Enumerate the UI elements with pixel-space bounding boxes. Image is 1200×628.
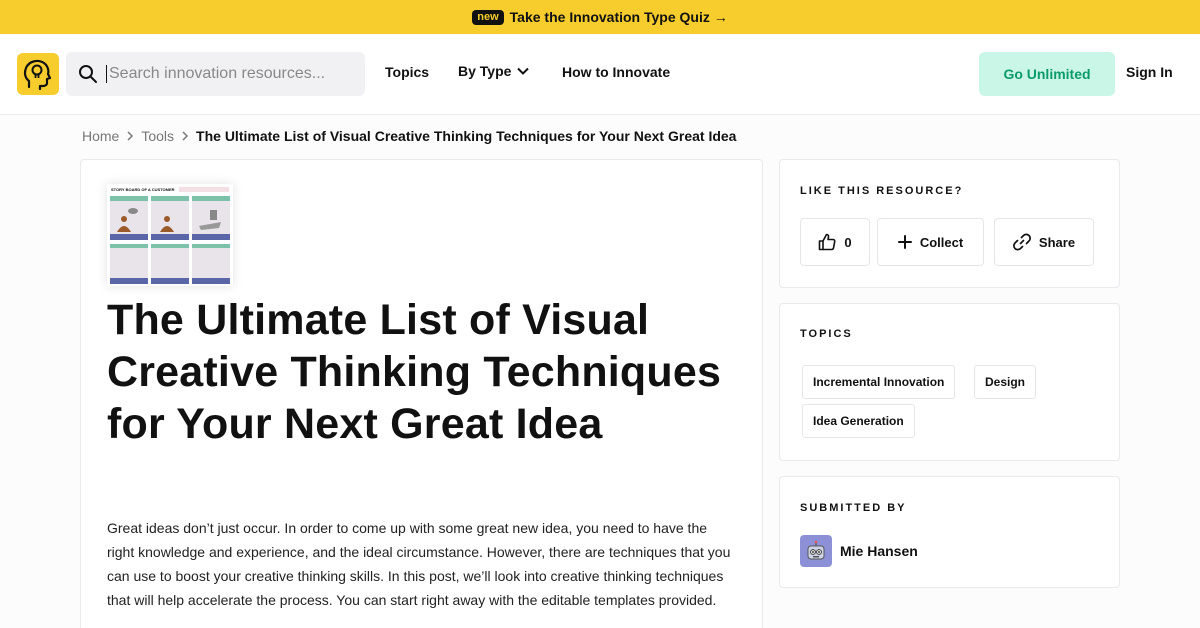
search-box[interactable] [66,52,365,96]
site-header: Topics By Type How to Innovate Go Unlimi… [0,34,1200,115]
breadcrumb-home[interactable]: Home [82,128,119,144]
plus-icon [897,235,912,249]
like-card-heading: LIKE THIS RESOURCE? [800,185,964,197]
head-lightbulb-icon [23,59,52,90]
breadcrumb-current: The Ultimate List of Visual Creative Thi… [196,128,737,144]
collect-label: Collect [919,234,964,250]
resource-thumbnail[interactable]: STORY BOARD OF A CUSTOMER [107,184,233,286]
like-button[interactable]: 0 [800,218,870,266]
topic-tag-design[interactable]: Design [974,365,1037,399]
promo-banner[interactable]: new Take the Innovation Type Quiz → [0,0,1200,34]
nav-how-to-innovate[interactable]: How to Innovate [562,64,670,80]
sign-in-link[interactable]: Sign In [1126,64,1173,80]
topics-heading: TOPICS [800,328,853,340]
chevron-right-icon [127,131,134,141]
nav-topics[interactable]: Topics [385,64,429,80]
chevron-down-icon [517,67,530,75]
new-badge: new [472,9,504,25]
thumbs-up-icon [819,233,836,251]
search-icon [79,65,97,83]
storyboard-image: STORY BOARD OF A CUSTOMER [107,184,233,286]
search-input[interactable] [106,65,346,83]
article-card: STORY BOARD OF A CUSTOMER The Ultimate L… [80,159,763,628]
promo-quiz-link[interactable]: Take the Innovation Type Quiz → [510,9,728,25]
topic-tag-incremental-innovation[interactable]: Incremental Innovation [802,365,956,399]
submitted-by-heading: SUBMITTED BY [800,502,907,514]
nav-by-type[interactable]: By Type [458,63,530,79]
collect-button[interactable]: Collect [877,218,984,266]
breadcrumb-tools[interactable]: Tools [141,128,174,144]
nav-by-type-label: By Type [458,63,512,79]
go-unlimited-button[interactable]: Go Unlimited [979,52,1115,96]
logo[interactable] [17,53,59,95]
avatar[interactable] [800,535,832,567]
chevron-right-icon [182,131,189,141]
share-label: Share [1038,234,1076,250]
article-intro: Great ideas don’t just occur. In order t… [107,520,731,608]
like-count: 0 [844,234,852,250]
author-name[interactable]: Mie Hansen [840,543,918,559]
topics-card: TOPICS Incremental Innovation Design Ide… [779,303,1120,461]
link-icon [1012,233,1031,251]
article-title: The Ultimate List of Visual Creative Thi… [107,296,722,448]
robot-icon [807,540,825,560]
submitted-by-card: SUBMITTED BY Mie Hansen [779,476,1120,588]
breadcrumb: Home Tools The Ultimate List of Visual C… [82,128,736,144]
like-resource-card: LIKE THIS RESOURCE? 0 Collect Share [779,159,1120,288]
thumbnail-title: STORY BOARD OF A CUSTOMER [111,187,175,192]
share-button[interactable]: Share [994,218,1094,266]
topic-tag-idea-generation[interactable]: Idea Generation [802,404,915,438]
